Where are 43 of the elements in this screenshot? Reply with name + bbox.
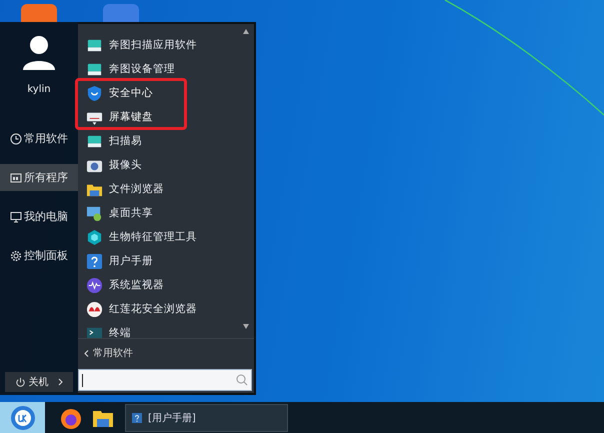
app-item[interactable]: 用户手册 [78, 249, 254, 273]
clock-icon [10, 132, 22, 144]
taskbar-window-button[interactable]: [用户手册] [125, 404, 288, 432]
app-item[interactable]: 系统监视器 [78, 273, 254, 297]
scroll-down-icon[interactable] [243, 324, 249, 329]
app-item[interactable]: 安全中心 [78, 81, 254, 105]
chevron-right-icon [58, 378, 64, 386]
app-item[interactable]: 红莲花安全浏览器 [78, 297, 254, 321]
settings-icon [10, 250, 22, 262]
app-item[interactable]: 生物特征管理工具 [78, 225, 254, 249]
monitor-wave-icon [86, 276, 103, 294]
app-item[interactable]: 奔图扫描应用软件 [78, 33, 254, 57]
search-field[interactable] [78, 369, 252, 391]
power-icon [14, 376, 26, 388]
app-item[interactable]: 奔图设备管理 [78, 57, 254, 81]
scroll-up-icon[interactable] [243, 29, 249, 34]
user-name: kylin [27, 84, 51, 95]
computer-icon [10, 210, 22, 222]
start-button[interactable] [0, 402, 45, 433]
app-item[interactable]: 桌面共享 [78, 201, 254, 225]
desktop-share-icon [86, 204, 103, 222]
help-icon [132, 412, 142, 422]
lotus-icon [86, 300, 103, 318]
shield-icon [86, 84, 103, 102]
app-item[interactable]: 摄像头 [78, 153, 254, 177]
app-item[interactable]: 终端 [78, 321, 254, 338]
search-icon [236, 374, 248, 386]
nav-item[interactable]: 我的电脑 [0, 203, 78, 230]
hexagon-icon [86, 228, 103, 246]
app-icon [103, 4, 139, 22]
app-icon [21, 4, 57, 22]
back-link[interactable]: 常用软件 [78, 339, 254, 360]
shutdown-button[interactable]: 关机 [5, 372, 73, 392]
app-item[interactable]: 文件浏览器 [78, 177, 254, 201]
start-logo-icon [10, 404, 36, 430]
nav-item[interactable]: 控制面板 [0, 242, 78, 269]
apps-grid-icon [10, 172, 22, 184]
chevron-left-icon [84, 350, 89, 356]
nav-item[interactable]: 所有程序 [0, 164, 78, 191]
app-item[interactable]: 扫描易 [78, 129, 254, 153]
nav-item[interactable]: 常用软件 [0, 125, 78, 152]
app-item[interactable]: 屏幕键盘 [78, 105, 254, 129]
help-icon [86, 252, 103, 270]
